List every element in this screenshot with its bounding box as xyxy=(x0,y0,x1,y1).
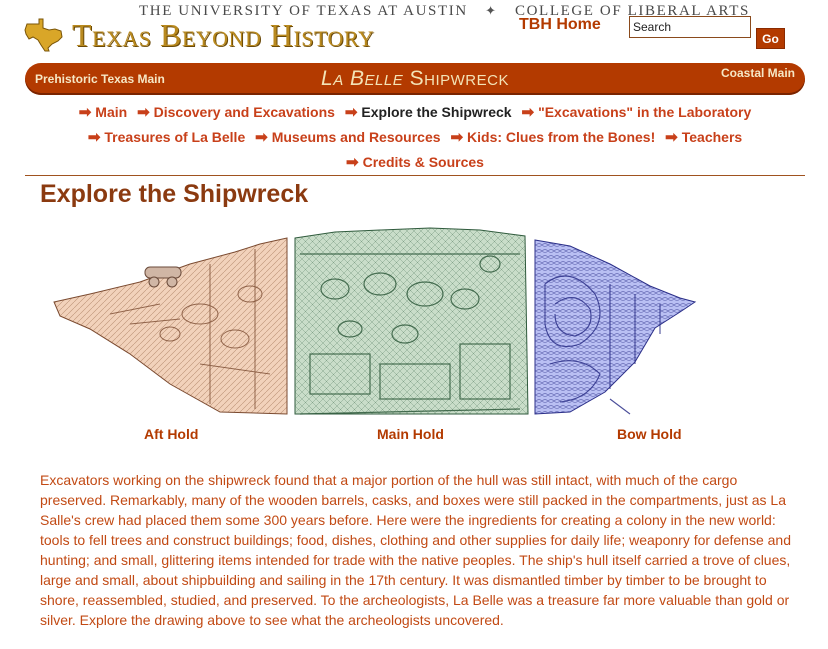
section-banner: Prehistoric Texas Main La Belle Shipwrec… xyxy=(25,63,805,95)
nav-item-label: Credits & Sources xyxy=(362,154,484,170)
nav-item-label: Treasures of La Belle xyxy=(104,129,246,145)
arrow-right-icon: ➡ xyxy=(450,129,464,146)
nav-item-label: Kids: Clues from the Bones! xyxy=(467,129,656,145)
texas-map-icon xyxy=(24,18,63,52)
banner-title: La Belle Shipwreck xyxy=(25,67,805,91)
arrow-right-icon: ➡ xyxy=(346,154,359,171)
section-nav: ➡ Main ➡ Discovery and Excavations ➡ Explor… xyxy=(30,100,800,175)
arrow-right-icon: ➡ xyxy=(78,104,92,121)
arrow-right-icon: ➡ xyxy=(665,129,678,146)
nav-item-label: Discovery and Excavations xyxy=(153,104,335,120)
bow-hold-section[interactable] xyxy=(534,239,697,415)
coastal-main-link[interactable]: Coastal Main xyxy=(721,66,795,80)
arrow-right-icon: ➡ xyxy=(87,129,101,146)
site-logo[interactable]: Texas Beyond History xyxy=(24,16,374,54)
page-title: Explore the Shipwreck xyxy=(40,180,309,208)
banner-title-italic: La Belle xyxy=(321,67,404,90)
arrow-right-icon: ➡ xyxy=(255,129,268,146)
nav-item-label: Main xyxy=(95,104,128,120)
shipwreck-description: Excavators working on the shipwreck foun… xyxy=(40,472,792,628)
nav-item-treasures[interactable]: ➡ Treasures of La Belle xyxy=(88,125,245,150)
go-button[interactable]: Go xyxy=(756,28,785,49)
aft-hold-link[interactable]: Aft Hold xyxy=(144,426,198,442)
bow-hold-link[interactable]: Bow Hold xyxy=(617,426,682,442)
arrow-right-icon: ➡ xyxy=(521,104,535,121)
main-hold-link[interactable]: Main Hold xyxy=(377,426,444,442)
tbh-home-link[interactable]: TBH Home xyxy=(519,16,601,34)
shipwreck-svg xyxy=(53,227,697,415)
nav-item-credits[interactable]: ➡ Credits & Sources xyxy=(346,150,484,175)
nav-item-main[interactable]: ➡ Main xyxy=(79,100,127,125)
arrow-right-icon: ➡ xyxy=(137,104,150,121)
arrow-right-icon: ➡ xyxy=(344,104,358,121)
aft-hold-section[interactable] xyxy=(53,237,288,415)
nav-item-label: Explore the Shipwreck xyxy=(361,104,512,120)
nav-item-label: Teachers xyxy=(681,129,743,145)
separator-star-icon: ✦ xyxy=(485,3,498,18)
main-hold-section[interactable] xyxy=(294,227,529,415)
nav-item-laboratory[interactable]: ➡ "Excavations" in the Laboratory xyxy=(521,100,751,125)
nav-item-kids[interactable]: ➡ Kids: Clues from the Bones! xyxy=(450,125,655,150)
search-input[interactable] xyxy=(629,16,751,38)
nav-item-explore[interactable]: ➡ Explore the Shipwreck xyxy=(345,100,512,125)
nav-item-label: "Excavations" in the Laboratory xyxy=(538,104,752,120)
nav-item-label: Museums and Resources xyxy=(271,129,441,145)
nav-item-discovery[interactable]: ➡ Discovery and Excavations xyxy=(137,100,335,125)
nav-item-museums[interactable]: ➡ Museums and Resources xyxy=(255,125,440,150)
nav-item-teachers[interactable]: ➡ Teachers xyxy=(665,125,742,150)
shipwreck-drawing xyxy=(50,224,700,424)
content-divider xyxy=(25,175,805,176)
banner-title-rest: Shipwreck xyxy=(403,67,509,90)
site-title: Texas Beyond History xyxy=(72,17,375,53)
